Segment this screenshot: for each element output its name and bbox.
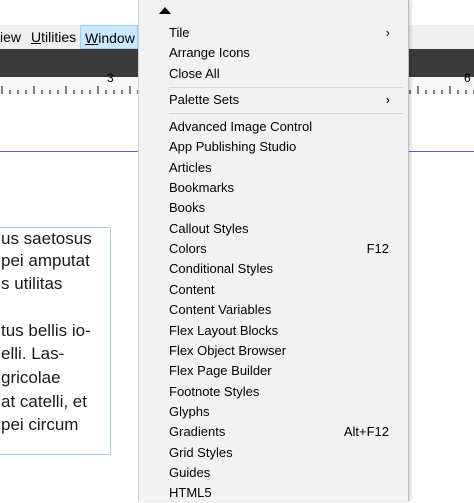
menu-item-label: Palette Sets xyxy=(169,92,240,107)
text-line: pei circum xyxy=(1,415,79,434)
menu-item-conditional-styles[interactable]: Conditional Styles xyxy=(169,259,399,279)
menu-item-colors[interactable]: Colors F12 xyxy=(169,239,399,259)
menu-item-articles[interactable]: Articles xyxy=(169,158,399,178)
menu-separator xyxy=(169,87,403,88)
menu-window[interactable]: Window xyxy=(80,25,138,49)
menu-item-shortcut: Alt+F12 xyxy=(343,424,389,440)
ruler-number: 6 xyxy=(464,71,471,85)
menu-item-bookmarks[interactable]: Bookmarks xyxy=(169,178,399,198)
menu-item-flex-layout-blocks[interactable]: Flex Layout Blocks xyxy=(169,321,399,341)
menu-item-books[interactable]: Books xyxy=(169,198,399,218)
menu-item-palette-sets[interactable]: Palette Sets › xyxy=(169,90,399,110)
menu-item-label: Conditional Styles xyxy=(169,261,274,277)
menu-item-label: Content xyxy=(169,281,215,297)
menu-item-label: Flex Page Builder xyxy=(169,363,272,379)
menu-item-arrange-icons[interactable]: Arrange Icons xyxy=(169,43,399,63)
text-line: tus bellis io- xyxy=(1,321,91,340)
menu-item-close-all[interactable]: Close All xyxy=(169,64,399,84)
text-line: elli. Las- xyxy=(1,344,65,363)
ruler-number: 3 xyxy=(107,71,114,85)
menu-item-label: HTML5 xyxy=(169,485,212,501)
text-line: s utilitas xyxy=(1,274,63,293)
menu-utilities-mnemonic: U xyxy=(31,29,42,45)
text-line: pei amputat xyxy=(1,251,90,270)
menu-item-content[interactable]: Content xyxy=(169,280,399,300)
text-line: us saetosus xyxy=(1,229,92,248)
menu-utilities-label: tilities xyxy=(41,29,77,45)
text-line: gricolae xyxy=(1,368,61,387)
menu-window-label: indow xyxy=(98,30,135,46)
menu-item-label: Flex Layout Blocks xyxy=(169,322,279,338)
menu-item-label: Glyphs xyxy=(169,403,210,419)
menu-view[interactable]: iew xyxy=(0,25,25,49)
text-frame[interactable]: us saetosus pei amputat s utilitas tus b… xyxy=(0,227,111,455)
menu-item-label: Flex Object Browser xyxy=(169,342,287,358)
menu-item-content-variables[interactable]: Content Variables xyxy=(169,300,399,320)
menu-item-flex-object-browser[interactable]: Flex Object Browser xyxy=(169,341,399,361)
menu-item-label: Callout Styles xyxy=(169,220,249,236)
menu-item-label: Gradients xyxy=(169,424,226,440)
menu-view-label: iew xyxy=(0,29,22,45)
menu-item-label: Grid Styles xyxy=(169,444,233,460)
menu-item-glyphs[interactable]: Glyphs xyxy=(169,402,399,422)
menu-item-label: Colors xyxy=(169,241,207,257)
menu-item-label: Advanced Image Control xyxy=(169,119,313,134)
menu-item-label: Content Variables xyxy=(169,302,272,318)
menu-item-flex-page-builder[interactable]: Flex Page Builder xyxy=(169,361,399,381)
text-line: at catelli, et xyxy=(1,392,87,411)
menu-item-gradients[interactable]: Gradients Alt+F12 xyxy=(169,422,399,442)
scroll-up-arrow-icon[interactable] xyxy=(159,7,171,14)
menu-window-mnemonic: W xyxy=(85,30,99,46)
menu-item-label: Tile xyxy=(169,25,190,40)
menu-utilities[interactable]: Utilities xyxy=(27,25,80,49)
window-menu: Tile › Arrange Icons Close All Palette S… xyxy=(138,0,409,501)
menu-item-label: Guides xyxy=(169,464,211,480)
chevron-right-icon: › xyxy=(385,25,390,40)
menu-item-app-publishing-studio[interactable]: App Publishing Studio xyxy=(169,137,399,157)
menu-item-callout-styles[interactable]: Callout Styles xyxy=(169,219,399,239)
chevron-right-icon: › xyxy=(385,92,390,107)
menu-item-label: Bookmarks xyxy=(169,180,235,196)
menu-item-label: Close All xyxy=(169,66,220,81)
menu-item-shortcut: F12 xyxy=(366,241,389,257)
menu-item-guides[interactable]: Guides xyxy=(169,463,399,483)
menu-item-grid-styles[interactable]: Grid Styles xyxy=(169,443,399,463)
menu-item-footnote-styles[interactable]: Footnote Styles xyxy=(169,382,399,402)
menu-separator xyxy=(169,113,403,114)
menu-item-label: Books xyxy=(169,200,206,216)
menu-item-html5[interactable]: HTML5 xyxy=(169,483,399,503)
menu-item-label: Footnote Styles xyxy=(169,383,260,399)
menu-item-tile[interactable]: Tile › xyxy=(169,23,399,43)
menu-item-label: Arrange Icons xyxy=(169,45,250,60)
menu-item-label: App Publishing Studio xyxy=(169,139,297,155)
menu-item-label: Articles xyxy=(169,159,212,175)
menu-item-advanced-image-control[interactable]: Advanced Image Control xyxy=(169,117,399,137)
